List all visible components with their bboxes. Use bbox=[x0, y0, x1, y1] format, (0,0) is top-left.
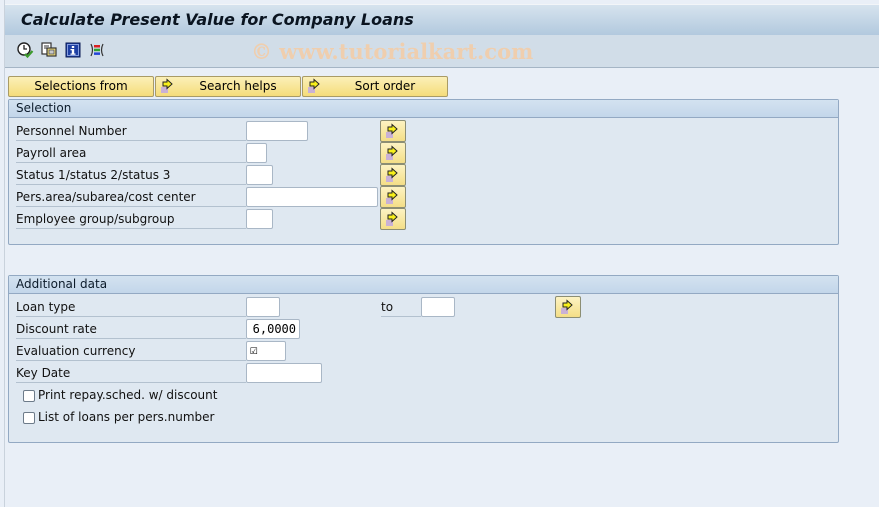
title-bar: Calculate Present Value for Company Loan… bbox=[5, 4, 879, 36]
list-loans-label: List of loans per pers.number bbox=[38, 410, 215, 424]
evaluation-currency-label: Evaluation currency bbox=[16, 340, 246, 361]
arrow-right-icon bbox=[386, 189, 398, 204]
employee-group-input[interactable] bbox=[246, 209, 273, 229]
arrow-right-icon bbox=[386, 145, 398, 160]
arrow-right-icon bbox=[160, 78, 176, 94]
employee-group-multiple-selection-button[interactable] bbox=[380, 208, 406, 230]
arrow-right-icon bbox=[307, 78, 323, 94]
search-helps-label: Search helps bbox=[199, 79, 277, 93]
loan-type-to-input[interactable] bbox=[421, 297, 455, 317]
employee-group-label: Employee group/subgroup bbox=[16, 208, 246, 229]
loan-type-multiple-selection-button[interactable] bbox=[555, 296, 581, 318]
page-title: Calculate Present Value for Company Loan… bbox=[21, 10, 414, 29]
sort-order-button[interactable]: Sort order bbox=[302, 76, 448, 97]
key-date-input[interactable] bbox=[246, 363, 322, 383]
arrow-right-icon bbox=[386, 123, 398, 138]
sort-order-label: Sort order bbox=[354, 79, 416, 93]
watermark: © www.tutorialkart.com bbox=[251, 39, 534, 64]
print-repay-label: Print repay.sched. w/ discount bbox=[38, 388, 218, 402]
loan-type-to-label: to bbox=[381, 296, 421, 317]
arrow-right-icon bbox=[386, 167, 398, 182]
search-helps-button[interactable]: Search helps bbox=[155, 76, 301, 97]
selection-options-icon[interactable] bbox=[88, 41, 106, 59]
status-multiple-selection-button[interactable] bbox=[380, 164, 406, 186]
selection-group-title: Selection bbox=[9, 100, 838, 118]
loan-type-label: Loan type bbox=[16, 296, 246, 317]
checkbox-checked-icon: ☑ bbox=[250, 343, 258, 358]
key-date-label: Key Date bbox=[16, 362, 246, 383]
window-frame-edge bbox=[4, 0, 5, 507]
execute-clock-icon[interactable] bbox=[16, 41, 34, 59]
pers-area-input[interactable] bbox=[246, 187, 378, 207]
loan-type-from-input[interactable] bbox=[246, 297, 280, 317]
additional-data-group-title: Additional data bbox=[9, 276, 838, 294]
payroll-area-label: Payroll area bbox=[16, 142, 246, 163]
personnel-number-multiple-selection-button[interactable] bbox=[380, 120, 406, 142]
get-variant-icon[interactable] bbox=[40, 41, 58, 59]
evaluation-currency-input[interactable]: ☑ bbox=[246, 341, 286, 361]
info-icon[interactable] bbox=[64, 41, 82, 59]
discount-rate-label: Discount rate bbox=[16, 318, 246, 339]
print-repay-checkbox[interactable] bbox=[23, 390, 35, 402]
selections-from-label: Selections from bbox=[34, 79, 128, 93]
status-input[interactable] bbox=[246, 165, 273, 185]
status-label: Status 1/status 2/status 3 bbox=[16, 164, 246, 185]
payroll-area-input[interactable] bbox=[246, 143, 267, 163]
personnel-number-label: Personnel Number bbox=[16, 120, 246, 141]
arrow-right-icon bbox=[386, 211, 398, 226]
personnel-number-input[interactable] bbox=[246, 121, 308, 141]
payroll-area-multiple-selection-button[interactable] bbox=[380, 142, 406, 164]
discount-rate-input[interactable]: 6,0000 bbox=[246, 319, 300, 339]
list-loans-checkbox[interactable] bbox=[23, 412, 35, 424]
pers-area-label: Pers.area/subarea/cost center bbox=[16, 186, 246, 207]
application-toolbar: © www.tutorialkart.com bbox=[5, 35, 879, 68]
selections-from-button[interactable]: Selections from bbox=[8, 76, 154, 97]
arrow-right-icon bbox=[561, 299, 573, 314]
pers-area-multiple-selection-button[interactable] bbox=[380, 186, 406, 208]
